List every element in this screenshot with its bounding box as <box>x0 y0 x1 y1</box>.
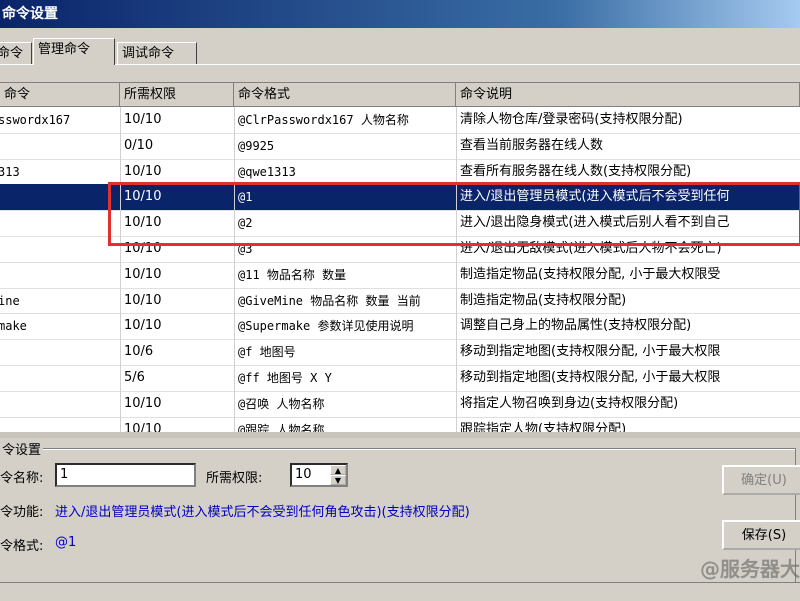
cell-permission: 10/10 <box>124 395 162 411</box>
cell-command <box>0 133 118 159</box>
column-header-permission[interactable]: 所需权限 <box>120 83 234 107</box>
command-name-label: 令名称: <box>0 471 44 486</box>
cell-description: 查看所有服务器在线人数(支持权限分配) <box>460 163 692 179</box>
command-name-input[interactable]: 1 <box>55 463 196 487</box>
cell-description: 制造指定物品(支持权限分配, 小于最大权限受 <box>460 266 721 282</box>
cell-permission: 0/10 <box>124 137 154 153</box>
cell-command: ine <box>0 293 20 308</box>
cell-format: @ClrPasswordx167 人物名称 <box>238 113 409 127</box>
command-list[interactable]: 命令 所需权限 命令格式 命令说明 sswordx167 10/10 @ClrPas… <box>0 82 800 433</box>
cell-permission: 10/10 <box>124 163 162 179</box>
cell-permission: 10/10 <box>124 266 162 282</box>
cell-description: 移动到指定地图(支持权限分配, 小于最大权限 <box>460 344 721 360</box>
cell-format: @qwe1313 <box>238 164 296 179</box>
cell-description: 制造指定物品(支持权限分配) <box>460 292 627 308</box>
column-header-command[interactable]: 命令 <box>0 83 120 107</box>
cell-command <box>0 262 118 288</box>
cell-command <box>0 236 118 262</box>
cell-command <box>0 417 118 433</box>
cell-format: @9925 <box>238 138 275 153</box>
column-header-description[interactable]: 命令说明 <box>456 83 800 107</box>
tab-strip: 命令 管理命令 调试命令 <box>0 38 800 65</box>
tab-commands[interactable]: 命令 <box>0 42 32 64</box>
command-function-label: 令功能: <box>0 505 44 520</box>
tab-debug-commands[interactable]: 调试命令 <box>117 42 197 64</box>
cell-description: 跟踪指定人物(支持权限分配) <box>460 421 627 433</box>
cell-format: @ff 地图号 X Y <box>238 371 332 385</box>
column-header-format[interactable]: 命令格式 <box>234 83 456 107</box>
column-divider <box>234 107 235 433</box>
cell-description: 清除人物仓库/登录密码(支持权限分配) <box>460 112 683 127</box>
cell-permission: 5/6 <box>124 370 145 385</box>
command-format-value: @1 <box>55 535 77 550</box>
cell-permission: 10/10 <box>124 112 162 127</box>
bottom-bar <box>0 582 800 601</box>
cell-format: @f 地图号 <box>238 345 296 360</box>
cell-format: @跟踪 人物名称 <box>238 422 325 433</box>
cell-command <box>0 391 118 417</box>
save-button[interactable]: 保存(S) <box>722 520 800 550</box>
spin-down-icon[interactable]: ▼ <box>330 475 346 485</box>
highlight-box <box>108 182 800 246</box>
cell-description: 将指定人物召唤到身边(支持权限分配) <box>460 395 679 411</box>
cell-format: @Supermake 参数详见使用说明 <box>238 319 414 334</box>
confirm-button[interactable]: 确定(U) <box>722 465 800 495</box>
window-title: 命令设置 <box>0 0 800 28</box>
cell-command: 313 <box>0 164 20 179</box>
cell-permission: 10/10 <box>124 318 162 334</box>
cell-command <box>0 365 118 391</box>
cell-format: @GiveMine 物品名称 数量 当前 <box>238 293 421 308</box>
cell-description: 移动到指定地图(支持权限分配, 小于最大权限 <box>460 370 721 385</box>
cell-command <box>0 339 118 365</box>
cell-permission: 10/10 <box>124 421 162 433</box>
cell-format: @召唤 人物名称 <box>238 396 325 411</box>
settings-group-title: 令设置 <box>0 439 44 458</box>
cell-description: 调整自己身上的物品属性(支持权限分配) <box>460 318 692 334</box>
cell-format: @11 物品名称 数量 <box>238 267 347 282</box>
cell-permission: 10/10 <box>124 292 162 308</box>
spin-up-icon[interactable]: ▲ <box>330 465 346 475</box>
cell-command <box>0 184 118 210</box>
cell-command: sswordx167 <box>0 113 71 127</box>
column-divider <box>456 107 457 433</box>
tab-admin-commands[interactable]: 管理命令 <box>33 38 115 65</box>
cell-permission: 10/6 <box>124 344 154 360</box>
cell-command <box>0 210 118 236</box>
command-function-value: 进入/退出管理员模式(进入模式后不会受到任何角色攻击)(支持权限分配) <box>55 505 470 520</box>
cell-command: make <box>0 319 27 334</box>
permission-label: 所需权限: <box>206 471 263 486</box>
column-divider <box>120 107 121 433</box>
cell-description: 查看当前服务器在线人数 <box>460 137 604 153</box>
command-format-label: 令格式: <box>0 539 44 554</box>
horizontal-scrollbar[interactable] <box>0 432 800 438</box>
watermark: @服务器大 <box>700 557 800 581</box>
